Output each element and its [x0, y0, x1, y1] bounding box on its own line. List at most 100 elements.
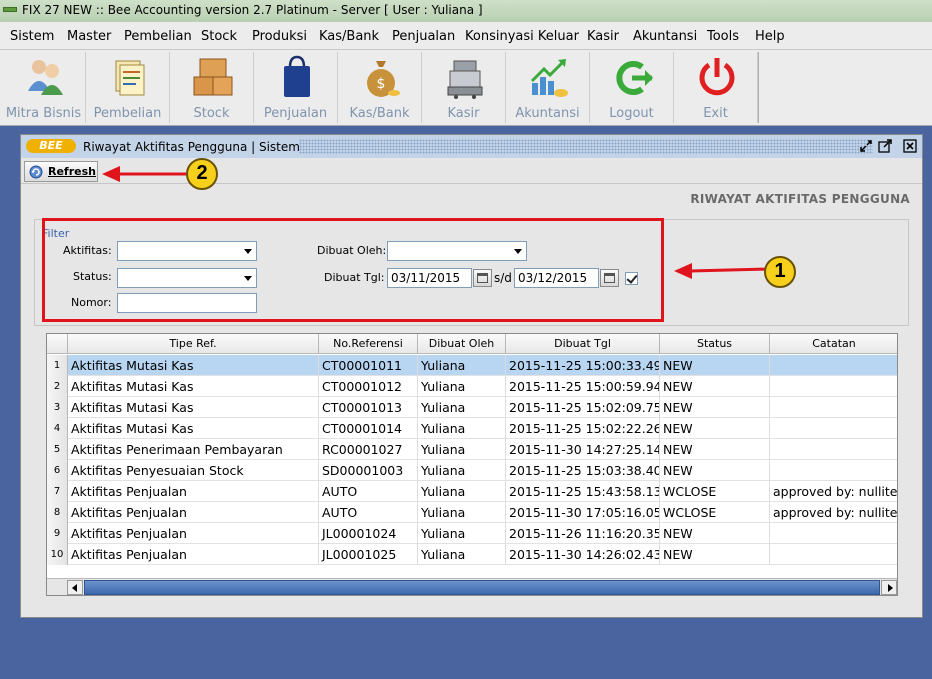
- menu-konsinyasi-keluar[interactable]: Konsinyasi Keluar: [465, 29, 579, 44]
- cell-status: NEW: [660, 397, 770, 418]
- row-number: 6: [47, 460, 68, 481]
- cell-catatan: [770, 439, 897, 460]
- cell-dibuat-oleh: Yuliana: [418, 355, 506, 376]
- menu-master[interactable]: Master: [67, 29, 111, 44]
- table-row[interactable]: 7 Aktifitas Penjualan AUTO Yuliana 2015-11-2…: [47, 481, 897, 502]
- cell-dibuat-oleh: Yuliana: [418, 460, 506, 481]
- main-toolbar: Mitra Bisnis Pembelian Stock Penjualan $…: [0, 50, 932, 126]
- column-header-dibuat-tgl[interactable]: Dibuat Tgl: [506, 334, 660, 354]
- menu-help[interactable]: Help: [755, 29, 785, 44]
- cell-dibuat-oleh: Yuliana: [418, 397, 506, 418]
- toolbar-penjualan-button[interactable]: Penjualan: [254, 52, 338, 123]
- annotation-arrow-1: [674, 263, 770, 279]
- row-number: 4: [47, 418, 68, 439]
- menu-tools[interactable]: Tools: [707, 29, 739, 44]
- cell-dibuat-oleh: Yuliana: [418, 439, 506, 460]
- toolbar-pembelian-button[interactable]: Pembelian: [86, 52, 170, 123]
- table-row[interactable]: 10 Aktifitas Penjualan JL00001025 Yuliana 20…: [47, 544, 897, 565]
- toolbar-kas-bank-button[interactable]: $ Kas/Bank: [338, 52, 422, 123]
- logout-arrow-icon: [616, 61, 653, 95]
- cell-no-referensi: CT00001013: [319, 397, 418, 418]
- menu-kasir[interactable]: Kasir: [587, 29, 619, 44]
- cell-dibuat-tgl: 2015-11-30 17:05:16.058: [506, 502, 660, 523]
- refresh-button[interactable]: Refresh: [24, 161, 98, 182]
- refresh-label: Refresh: [48, 165, 96, 178]
- menu-sistem[interactable]: Sistem: [10, 29, 54, 44]
- table-row[interactable]: 5 Aktifitas Penerimaan Pembayaran RC000010…: [47, 439, 897, 460]
- table-row[interactable]: 6 Aktifitas Penyesuaian Stock SD00001003 Yu…: [47, 460, 897, 481]
- cell-no-referensi: JL00001024: [319, 523, 418, 544]
- restore-icon[interactable]: [859, 139, 873, 153]
- scroll-left-button[interactable]: [67, 580, 83, 595]
- cell-tipe-ref: Aktifitas Penyesuaian Stock: [68, 460, 319, 481]
- cell-dibuat-oleh: Yuliana: [418, 418, 506, 439]
- cell-catatan: [770, 460, 897, 481]
- cell-dibuat-oleh: Yuliana: [418, 502, 506, 523]
- cash-register-icon: [447, 60, 483, 99]
- table-row[interactable]: 4 Aktifitas Mutasi Kas CT00001014 Yuliana 20…: [47, 418, 897, 439]
- cell-no-referensi: CT00001012: [319, 376, 418, 397]
- cell-dibuat-oleh: Yuliana: [418, 544, 506, 565]
- growth-chart-icon: [530, 59, 568, 97]
- toolbar-exit-button[interactable]: Exit: [674, 52, 758, 123]
- cell-status: WCLOSE: [660, 502, 770, 523]
- toolbar-logout-button[interactable]: Logout: [590, 52, 674, 123]
- column-header-dibuat-oleh[interactable]: Dibuat Oleh: [418, 334, 506, 354]
- internal-frame: BEE Riwayat Aktifitas Pengguna | Sistem …: [20, 134, 923, 618]
- table-row[interactable]: 9 Aktifitas Penjualan JL00001024 Yuliana 201…: [47, 523, 897, 544]
- cell-no-referensi: CT00001011: [319, 355, 418, 376]
- menu-penjualan[interactable]: Penjualan: [392, 29, 455, 44]
- scrollbar-thumb[interactable]: [84, 580, 880, 595]
- menu-stock[interactable]: Stock: [201, 29, 237, 44]
- close-icon[interactable]: [903, 139, 917, 153]
- column-header-no-referensi[interactable]: No.Referensi: [319, 334, 418, 354]
- cell-dibuat-oleh: Yuliana: [418, 523, 506, 544]
- toolbar-akuntansi-button[interactable]: Akuntansi: [506, 52, 590, 123]
- toolbar-kasir-button[interactable]: Kasir: [422, 52, 506, 123]
- table-row[interactable]: 1 Aktifitas Mutasi Kas CT00001011 Yuliana 20…: [47, 355, 897, 376]
- toolbar-mitra-bisnis-button[interactable]: Mitra Bisnis: [2, 52, 86, 123]
- cell-tipe-ref: Aktifitas Penjualan: [68, 481, 319, 502]
- row-number: 9: [47, 523, 68, 544]
- scroll-right-button[interactable]: [881, 580, 897, 595]
- window-title-bar: FIX 27 NEW :: Bee Accounting version 2.7…: [0, 0, 932, 22]
- column-header-catatan[interactable]: Catatan: [770, 334, 897, 354]
- cell-status: NEW: [660, 439, 770, 460]
- cell-dibuat-tgl: 2015-11-25 15:00:59.948: [506, 376, 660, 397]
- cell-dibuat-tgl: 2015-11-26 11:16:20.353: [506, 523, 660, 544]
- table-row[interactable]: 3 Aktifitas Mutasi Kas CT00001013 Yuliana 20…: [47, 397, 897, 418]
- column-header-status[interactable]: Status: [660, 334, 770, 354]
- purchase-invoice-icon: [115, 60, 145, 96]
- menu-kas-bank[interactable]: Kas/Bank: [319, 29, 379, 44]
- menu-produksi[interactable]: Produksi: [252, 29, 307, 44]
- cell-tipe-ref: Aktifitas Penerimaan Pembayaran: [68, 439, 319, 460]
- cell-tipe-ref: Aktifitas Mutasi Kas: [68, 418, 319, 439]
- column-header-tipe-ref[interactable]: Tipe Ref.: [68, 334, 319, 354]
- cell-tipe-ref: Aktifitas Penjualan: [68, 544, 319, 565]
- table-row[interactable]: 2 Aktifitas Mutasi Kas CT00001012 Yuliana 20…: [47, 376, 897, 397]
- menu-pembelian[interactable]: Pembelian: [124, 29, 192, 44]
- horizontal-scrollbar[interactable]: [47, 578, 897, 595]
- row-number: 3: [47, 397, 68, 418]
- row-number: 10: [47, 544, 68, 565]
- cell-catatan: [770, 376, 897, 397]
- cell-dibuat-tgl: 2015-11-30 14:27:25.143: [506, 439, 660, 460]
- frame-title-bar[interactable]: BEE Riwayat Aktifitas Pengguna | Sistem: [21, 135, 922, 158]
- bee-logo: BEE: [26, 139, 76, 153]
- maximize-icon[interactable]: [878, 139, 892, 153]
- activity-table: Tipe Ref. No.Referensi Dibuat Oleh Dibua…: [46, 333, 898, 596]
- cell-tipe-ref: Aktifitas Penjualan: [68, 502, 319, 523]
- refresh-icon: [29, 165, 43, 179]
- cell-dibuat-tgl: 2015-11-25 15:03:38.408: [506, 460, 660, 481]
- cell-tipe-ref: Aktifitas Penjualan: [68, 523, 319, 544]
- annotation-badge-2: 2: [186, 158, 218, 190]
- table-row[interactable]: 8 Aktifitas Penjualan AUTO Yuliana 2015-11-3…: [47, 502, 897, 523]
- cell-status: NEW: [660, 418, 770, 439]
- cell-status: NEW: [660, 355, 770, 376]
- cell-dibuat-oleh: Yuliana: [418, 481, 506, 502]
- cell-dibuat-tgl: 2015-11-25 15:02:22.262: [506, 418, 660, 439]
- title-bar-pattern: [299, 139, 873, 154]
- cell-no-referensi: CT00001014: [319, 418, 418, 439]
- menu-akuntansi[interactable]: Akuntansi: [633, 29, 697, 44]
- toolbar-stock-button[interactable]: Stock: [170, 52, 254, 123]
